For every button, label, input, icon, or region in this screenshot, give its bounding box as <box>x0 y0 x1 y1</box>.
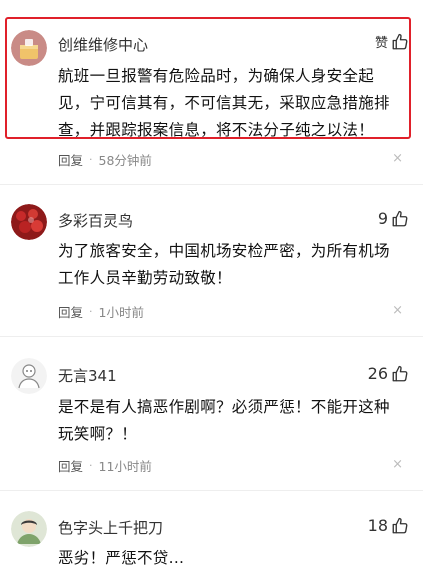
avatar[interactable] <box>11 204 47 240</box>
like-count: 26 <box>367 364 388 383</box>
like-button[interactable]: 18 <box>368 516 409 535</box>
divider <box>0 184 423 185</box>
comment-body-line: 见，宁可信其有，不可信其无，采取应急措施排 <box>58 94 390 112</box>
comment-author[interactable]: 创维维修中心 <box>58 34 148 55</box>
comment-body: 航班一旦报警有危险品时，为确保人身安全起 见，宁可信其有，不可信其无，采取应急措… <box>58 63 408 144</box>
comment-meta: 回复 · 58分钟前 <box>58 150 152 169</box>
reply-button[interactable]: 回复 <box>58 302 83 321</box>
meta-separator: · <box>89 153 93 166</box>
like-button[interactable]: 赞 <box>375 32 409 51</box>
comment-body-line: 玩笑啊？！ <box>58 425 138 443</box>
avatar[interactable] <box>11 511 47 547</box>
comment-body-line: 查，并跟踪报案信息，将不法分子纯之以法！ <box>58 121 375 139</box>
thumbs-up-icon[interactable] <box>391 365 409 383</box>
like-button[interactable]: 26 <box>368 364 409 383</box>
avatar[interactable] <box>11 30 47 66</box>
reply-button[interactable]: 回复 <box>58 150 83 169</box>
divider <box>0 336 423 337</box>
meta-separator: · <box>89 305 93 318</box>
comment-meta: 回复 · 1小时前 <box>58 302 144 321</box>
comment-body-line: 恶劣！严惩不贷... <box>58 549 185 567</box>
comment-time: 1小时前 <box>98 305 144 320</box>
comment-body: 恶劣！严惩不贷... <box>58 545 408 572</box>
comment-meta: 回复 · 11小时前 <box>58 456 152 475</box>
close-icon[interactable]: × <box>392 304 403 317</box>
like-count: 18 <box>367 516 388 535</box>
comment-body-line: 是不是有人搞恶作剧啊？必须严惩！不能开这种 <box>58 398 390 416</box>
like-count: 赞 <box>374 36 388 51</box>
comment-body: 为了旅客安全，中国机场安检严密，为所有机场 工作人员辛勤劳动致敬！ <box>58 238 408 292</box>
like-button[interactable]: 9 <box>378 209 409 228</box>
comment-author[interactable]: 无言341 <box>58 365 117 386</box>
like-count: 9 <box>377 209 388 228</box>
comment-author[interactable]: 色字头上千把刀 <box>58 517 163 538</box>
comment-body-line: 航班一旦报警有危险品时，为确保人身安全起 <box>58 67 375 85</box>
comment-time: 11小时前 <box>98 459 152 474</box>
close-icon[interactable]: × <box>392 152 403 165</box>
comment-body: 是不是有人搞恶作剧啊？必须严惩！不能开这种 玩笑啊？！ <box>58 394 408 448</box>
thumbs-up-icon[interactable] <box>391 210 409 228</box>
comment-body-line: 为了旅客安全，中国机场安检严密，为所有机场 <box>58 242 390 260</box>
close-icon[interactable]: × <box>392 458 403 471</box>
comment-body-line: 工作人员辛勤劳动致敬！ <box>58 269 232 287</box>
comment-author[interactable]: 多彩百灵鸟 <box>58 210 133 231</box>
avatar[interactable] <box>11 358 47 394</box>
thumbs-up-icon[interactable] <box>391 517 409 535</box>
reply-button[interactable]: 回复 <box>58 456 83 475</box>
divider <box>0 490 423 491</box>
meta-separator: · <box>89 459 93 472</box>
thumbs-up-icon[interactable] <box>391 33 409 51</box>
comment-time: 58分钟前 <box>98 153 152 168</box>
